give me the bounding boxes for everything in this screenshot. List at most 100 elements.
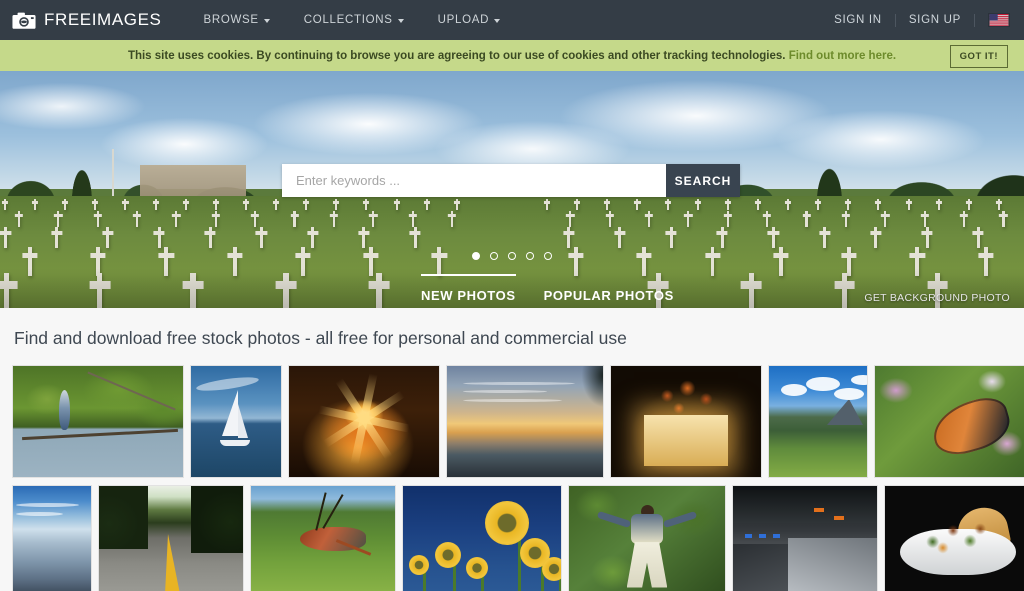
arm-shape — [596, 511, 632, 529]
cloud-shape — [806, 377, 841, 392]
thumbnail-image — [769, 366, 867, 477]
antenna-shape — [322, 494, 344, 530]
sail-shape — [237, 403, 248, 438]
hero-cross — [423, 199, 430, 211]
hero-cross — [93, 211, 102, 227]
hero-cross — [369, 211, 378, 227]
carousel-dot-1[interactable] — [472, 252, 480, 260]
hero-cross — [544, 199, 551, 211]
carousel-dot-2[interactable] — [490, 252, 498, 260]
hero-cross — [32, 199, 39, 211]
hero-cross — [845, 199, 852, 211]
hero-cross — [566, 211, 575, 227]
search-button[interactable]: SEARCH — [666, 164, 740, 197]
hull-shape — [219, 440, 251, 447]
hero-cross — [251, 211, 260, 227]
thumbnail-image — [733, 486, 877, 591]
butterfly-photo[interactable] — [874, 365, 1024, 478]
tree-mass — [191, 486, 243, 553]
hero-cross — [999, 211, 1008, 227]
subway-station-photo[interactable] — [732, 485, 878, 591]
cloud-wisp — [16, 503, 79, 508]
hero-cross — [358, 227, 370, 248]
thumbnail-image — [403, 486, 561, 591]
hero-cross — [605, 211, 614, 227]
platform-sign — [744, 533, 752, 538]
heron-marsh-photo[interactable] — [12, 365, 184, 478]
heron-shape — [58, 390, 70, 431]
cookie-more-info-link[interactable]: Find out more here. — [789, 50, 896, 62]
palm-silhouette — [546, 366, 603, 442]
hero-cross — [644, 211, 654, 227]
hero-cross — [307, 227, 319, 248]
hero-cross — [333, 199, 340, 211]
sunflower-shape — [409, 555, 430, 576]
hero-cross — [51, 227, 63, 248]
hero-cross — [212, 199, 219, 211]
grasshopper-photo[interactable] — [250, 485, 396, 591]
nav-item-browse[interactable]: BROWSE — [203, 14, 270, 26]
search-input[interactable] — [282, 164, 666, 197]
thumbnail-image — [447, 366, 603, 477]
glowing-gift-box-photo[interactable] — [610, 365, 762, 478]
hero-cross — [255, 227, 268, 248]
hero-cross — [132, 211, 142, 227]
hero-cross — [614, 227, 626, 248]
thumbnail-image — [885, 486, 1024, 591]
taco-salad-photo[interactable] — [884, 485, 1024, 591]
hero-cross — [921, 227, 933, 248]
chevron-down-icon — [494, 19, 501, 23]
hero-cross — [54, 211, 63, 227]
hero-cross — [664, 199, 671, 211]
carousel-dot-4[interactable] — [526, 252, 534, 260]
hero-cross — [754, 199, 761, 211]
branch-shape — [21, 428, 178, 440]
chevron-down-icon — [263, 19, 270, 23]
child-in-grass-photo[interactable] — [568, 485, 726, 591]
gift-box-shape — [644, 414, 728, 466]
hero-cross — [453, 199, 460, 211]
hero-cross — [881, 211, 890, 227]
nav-item-upload-label: UPLOAD — [437, 14, 490, 26]
platform-sign — [758, 533, 766, 538]
sign-in-link[interactable]: SIGN IN — [821, 14, 895, 26]
hero-cross — [995, 199, 1002, 211]
hero-cross — [972, 227, 984, 248]
hero-cross — [122, 199, 129, 211]
tab-popular-photos[interactable]: POPULAR PHOTOS — [544, 274, 674, 303]
country-road-photo[interactable] — [98, 485, 244, 591]
carousel-dot-3[interactable] — [508, 252, 516, 260]
hero-cross — [665, 227, 677, 248]
bonfire-photo[interactable] — [288, 365, 440, 478]
beach-sunset-photo[interactable] — [446, 365, 604, 478]
sunflower-shape — [434, 542, 461, 569]
aerial-clouds-photo[interactable] — [12, 485, 92, 591]
sunflower-shape — [466, 557, 489, 580]
hero-cross — [815, 199, 822, 211]
sign-up-link[interactable]: SIGN UP — [896, 14, 974, 26]
tab-new-photos[interactable]: NEW PHOTOS — [421, 274, 516, 303]
hero-cross — [102, 227, 114, 248]
hero-cross — [724, 199, 731, 211]
sunflowers-photo[interactable] — [402, 485, 562, 591]
nav-item-browse-label: BROWSE — [203, 14, 259, 26]
hero-cross — [409, 227, 421, 248]
chevron-down-icon — [397, 19, 404, 23]
brand-logo[interactable]: FREEIMAGES — [12, 10, 161, 30]
mountain-meadow-photo[interactable] — [768, 365, 868, 478]
hero-cross — [604, 199, 611, 211]
sailboat-photo[interactable] — [190, 365, 282, 478]
cookie-accept-button[interactable]: GOT IT! — [949, 45, 1008, 68]
nav-item-upload[interactable]: UPLOAD — [438, 14, 501, 26]
platform-sign — [773, 533, 781, 538]
hero-cross — [819, 227, 831, 248]
nav-item-collections[interactable]: COLLECTIONS — [304, 14, 404, 26]
hero-cross — [694, 199, 701, 211]
food-shape — [914, 516, 999, 560]
us-flag-icon[interactable] — [988, 13, 1010, 27]
hero-carousel: SEARCH NEW PHOTOS POPULAR PHOTOS GET BAC… — [0, 71, 1024, 308]
thumbnail-image — [289, 366, 439, 477]
hero-search: SEARCH — [282, 164, 740, 197]
carousel-dot-5[interactable] — [544, 252, 552, 260]
hero-cross — [273, 199, 280, 211]
